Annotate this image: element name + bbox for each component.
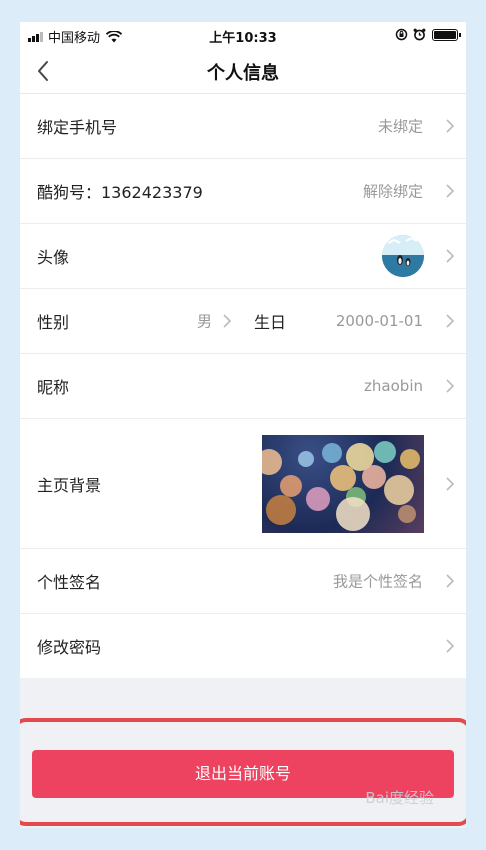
settings-list: 绑定手机号 未绑定 酷狗号：1362423379 解除绑定 头像 性别 男 生日…: [20, 94, 466, 679]
gender-value[interactable]: 男: [197, 311, 212, 332]
row-value: zhaobin: [364, 377, 423, 395]
battery-icon: [432, 28, 461, 41]
row-label: 修改密码: [37, 638, 102, 657]
status-right: [395, 28, 461, 41]
row-label: 头像: [37, 248, 70, 267]
status-bar: 中国移动 上午10:33: [20, 22, 466, 48]
page-title: 个人信息: [207, 63, 279, 84]
row-label: 酷狗号：1362423379: [37, 183, 203, 202]
logout-area: 退出当前账号 Bai度经验: [20, 678, 466, 828]
alarm-icon: [413, 28, 426, 41]
row-nickname[interactable]: 昵称 zhaobin: [20, 354, 466, 419]
row-label: 绑定手机号: [37, 118, 118, 137]
row-value: 我是个性签名: [332, 572, 423, 591]
row-kugou-id[interactable]: 酷狗号：1362423379 解除绑定: [20, 159, 466, 224]
row-label: 个性签名: [37, 573, 102, 592]
row-label: 昵称: [37, 378, 70, 397]
row-value: 未绑定: [377, 117, 423, 136]
chevron-right-icon: [444, 183, 456, 199]
chevron-right-icon[interactable]: [444, 313, 456, 329]
nav-bar: 个人信息: [20, 48, 466, 94]
birthday-value[interactable]: 2000-01-01: [336, 312, 423, 330]
row-change-password[interactable]: 修改密码: [20, 614, 466, 679]
gender-label: 性别: [37, 313, 70, 332]
chevron-right-icon: [444, 248, 456, 264]
chevron-right-icon: [444, 638, 456, 654]
birthday-label: 生日: [254, 313, 287, 332]
rotation-lock-icon: [395, 28, 408, 41]
chevron-right-icon: [444, 573, 456, 589]
avatar: [382, 235, 424, 277]
row-value: 解除绑定: [362, 182, 423, 201]
chevron-right-icon: [444, 476, 456, 492]
background-thumbnail: [262, 434, 424, 533]
chevron-right-icon: [444, 378, 456, 394]
row-homepage-background[interactable]: 主页背景: [20, 419, 466, 549]
row-avatar[interactable]: 头像: [20, 224, 466, 289]
chevron-right-icon[interactable]: [221, 313, 233, 329]
row-signature[interactable]: 个性签名 我是个性签名: [20, 549, 466, 614]
phone-screen: 中国移动 上午10:33 个人信息 绑定手机号 未绑定 酷狗号：13624233…: [20, 22, 466, 828]
row-gender-birthday: 性别 男 生日 2000-01-01: [20, 289, 466, 354]
row-bind-phone[interactable]: 绑定手机号 未绑定: [20, 94, 466, 159]
row-label: 主页背景: [37, 475, 102, 495]
chevron-right-icon: [444, 118, 456, 134]
watermark: Bai度经验: [365, 789, 434, 807]
